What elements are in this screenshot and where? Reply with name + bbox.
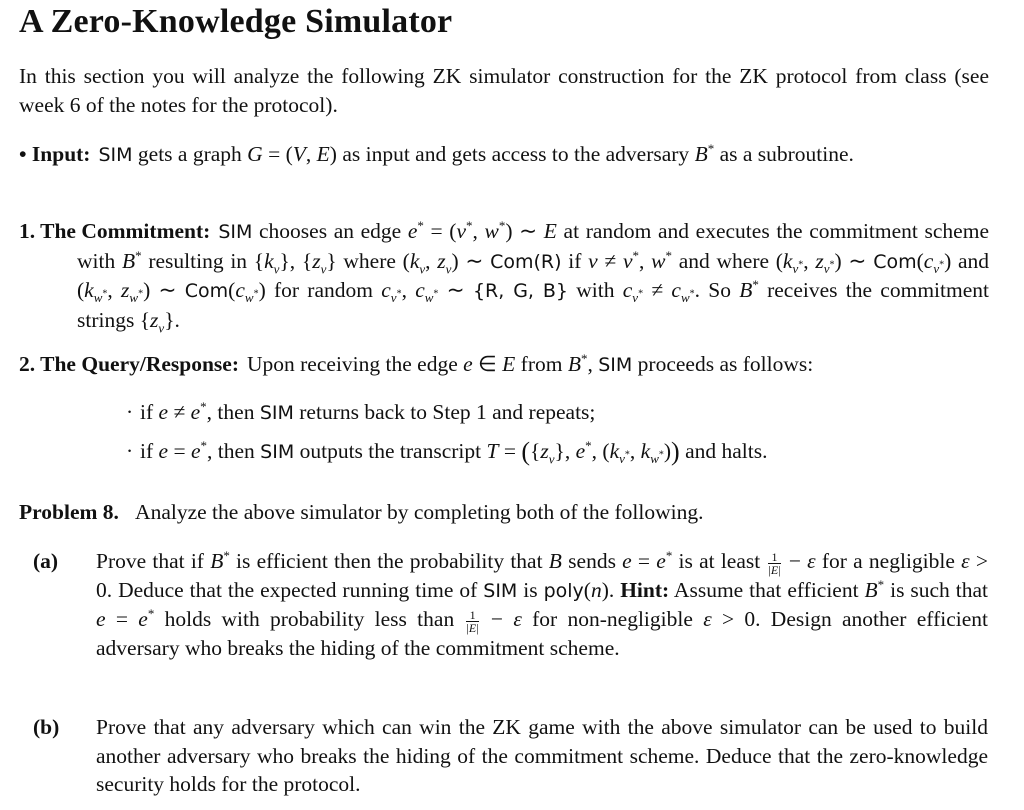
sub-item-text: if e = e*, then SIM outputs the transcri… (140, 437, 768, 467)
part-b-text: Prove that any adversary which can win t… (96, 715, 988, 796)
problem-text: Analyze the above simulator by completin… (135, 500, 704, 524)
problem-label: Problem 8. (19, 500, 119, 524)
dot-bullet-icon: · (126, 400, 134, 424)
part-label: (a) (33, 549, 59, 573)
input-item-lead: • Input: (19, 140, 90, 169)
sub-item-output: · if e = e*, then SIM outputs the transcr… (126, 437, 767, 467)
bullet-icon: • (19, 142, 27, 166)
step-label: The Query/Response: (40, 352, 239, 376)
dot-bullet-icon: · (126, 439, 134, 463)
sub-item-repeat: · if e ≠ e*, then SIM returns back to Ste… (126, 398, 595, 428)
problem-part-a: (a) Prove that if B* is efficient then t… (33, 547, 988, 662)
section-title: A Zero-Knowledge Simulator (19, 3, 453, 40)
step-commitment: 1. The Commitment: SIM chooses an edge e… (19, 217, 989, 334)
step-number: 1. (19, 219, 36, 243)
input-label: Input: (31, 142, 91, 166)
step-query-lead: 2. The Query/Response: (19, 350, 239, 379)
intro-paragraph: In this section you will analyze the fol… (19, 64, 989, 117)
problem-part-b: (b) Prove that any adversary which can w… (33, 713, 988, 799)
part-label: (b) (33, 715, 60, 739)
part-a-text: Prove that if B* is efficient then the p… (96, 547, 988, 660)
input-item-text: SIM gets a graph G = (V, E) as input and… (98, 140, 854, 166)
step-number: 2. (19, 352, 36, 376)
step-label: The Commitment: (40, 219, 211, 243)
step-commitment-lead: 1. The Commitment: (19, 217, 210, 246)
sub-item-text: if e ≠ e*, then SIM returns back to Step… (140, 398, 596, 424)
step-commitment-text: SIM chooses an edge e* = (v*, w*) ∼ E at… (77, 217, 990, 335)
input-item: • Input: SIM gets a graph G = (V, E) as … (19, 140, 989, 170)
problem-statement: Problem 8. Analyze the above simulator b… (19, 498, 989, 527)
step-query-response: 2. The Query/Response: Upon receiving th… (19, 350, 989, 380)
